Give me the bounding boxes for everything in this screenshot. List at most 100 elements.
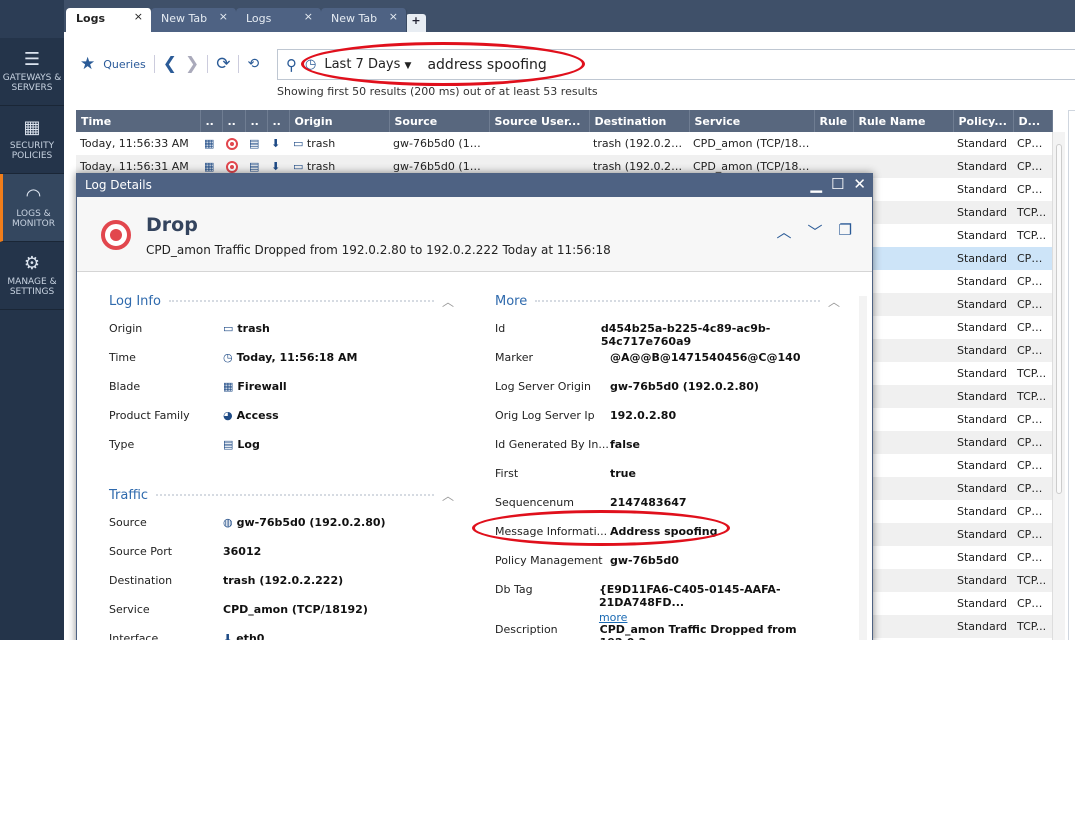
table-cell: Standard [953,362,1013,385]
server-icon: ☰ [23,48,41,70]
column-header[interactable]: .. [267,110,290,132]
cell-text: TCP... [1017,229,1047,242]
maximize-button[interactable]: ☐ [831,175,844,193]
column-header[interactable]: Time [76,110,201,132]
minimize-button[interactable]: ▁ [810,175,822,193]
table-cell: ▤ [245,132,267,155]
field-value: ▦ Firewall [223,380,287,393]
field-row: Time ◷ Today, 11:56:18 AM [109,343,454,372]
forward-icon[interactable]: ❯ [185,54,199,74]
field-label: Blade [109,380,141,393]
table-cell [814,132,853,155]
star-icon[interactable]: ★ [80,54,95,74]
interface-icon: ⬇ [223,632,233,640]
column-header[interactable]: D... [1013,110,1053,132]
gateway-icon: ▭ [293,160,307,173]
collapse-icon[interactable]: ︿ [442,487,454,504]
column-header[interactable]: .. [245,110,268,132]
table-cell: CPD... [1013,270,1052,293]
cell-text: Today, 11:56:31 AM [80,160,189,173]
close-button[interactable]: ✕ [853,175,866,193]
table-row[interactable]: Today, 11:56:33 AM ▦ ▤ ⬇ ▭ trash gw-76b5d0 (1… [76,132,1052,155]
dialog-title: Log Details [85,178,152,192]
collapse-icon[interactable]: ︿ [828,293,840,310]
table-cell: TCP... [1013,362,1052,385]
sidebar-item-label: LOGS & MONITOR [11,208,56,229]
sidebar-item-2[interactable]: ◠ LOGS & MONITOR [0,174,64,242]
column-header[interactable]: Source [389,110,490,132]
cell-text: Standard [957,459,1008,472]
table-scrollbar[interactable] [1052,132,1065,640]
section-header[interactable]: Log Info ︿ [109,292,454,310]
cell-text: trash (192.0.2.222) [593,137,689,150]
next-log-button[interactable]: ﹀ [808,221,823,242]
tab-1[interactable]: New Tab × [151,8,237,32]
cell-text: TCP... [1017,390,1047,403]
field-label: Marker [495,351,534,364]
refresh-icon[interactable]: ⟳ [216,54,230,74]
annotation-ellipse [301,42,585,86]
cell-text: trash [306,160,336,173]
column-header[interactable]: Origin [289,110,390,132]
sidebar-item-3[interactable]: ⚙ MANAGE & SETTINGS [0,242,64,310]
table-cell: CPD... [1013,178,1052,201]
table-cell: CPD... [1013,431,1052,454]
column-header[interactable]: Rule [814,110,854,132]
column-header[interactable]: .. [200,110,223,132]
copy-icon[interactable]: ❐ [839,221,852,242]
table-cell: CPD... [1013,408,1052,431]
tab-3[interactable]: New Tab × [321,8,407,32]
back-icon[interactable]: ❮ [163,54,177,74]
column-header[interactable]: Rule Name [853,110,954,132]
section-header[interactable]: More ︿ [495,292,840,310]
cell-text: TCP... [1017,367,1047,380]
cell-text: Standard [957,528,1008,541]
column-header[interactable]: Service [689,110,815,132]
close-tab-icon[interactable]: × [219,10,228,23]
field-value: false [610,438,640,451]
cell-text: Standard [957,436,1008,449]
field-value: gw-76b5d0 [610,554,679,567]
field-value: ▭ trash [223,322,270,335]
cell-text: CPD... [1017,436,1051,449]
close-tab-icon[interactable]: × [304,10,313,23]
tab-0[interactable]: Logs × [66,8,152,32]
table-cell: Standard [953,293,1013,316]
cell-text: CPD... [1017,551,1051,564]
cell-text: Standard [957,620,1008,633]
table-cell: CPD... [1013,592,1052,615]
dialog-scrollbar[interactable] [859,296,867,640]
traffic-section: Traffic ︿ Source ◍ gw-76b5d0 (192.0.2.80) Sou… [109,486,454,641]
field-value: ⬇ eth0 [223,632,264,640]
section-header[interactable]: Traffic ︿ [109,486,454,504]
more-section: More ︿ Id d454b25a-b225-4c89-ac9b-54c717e76… [495,292,840,641]
field-row: Type ▤ Log [109,430,454,459]
queries-button[interactable]: Queries [103,58,145,71]
field-value: {E9D11FA6-C405-0145-AAFA-21DA748FD... mor… [599,583,840,624]
column-header[interactable]: Policy... [953,110,1014,132]
field-label: Id Generated By In... [495,438,609,451]
column-header[interactable]: .. [222,110,246,132]
field-row: Origin ▭ trash [109,314,454,343]
close-tab-icon[interactable]: × [389,10,398,23]
field-label: Db Tag [495,583,533,596]
cell-text: CPD... [1017,183,1051,196]
table-cell: Standard [953,270,1013,293]
column-header[interactable]: Destination [589,110,690,132]
sidebar-item-0[interactable]: ☰ GATEWAYS & SERVERS [0,38,64,106]
table-cell: Standard [953,224,1013,247]
collapse-icon[interactable]: ︿ [442,293,454,310]
table-cell: TCP... [1013,224,1052,247]
previous-log-button[interactable]: ︿ [777,221,792,242]
auto-refresh-icon[interactable]: ⟲ [247,56,259,72]
cell-text: TCP... [1017,574,1047,587]
table-cell: Standard [953,431,1013,454]
sidebar-item-1[interactable]: ▦ SECURITY POLICIES [0,106,64,174]
table-cell [489,132,589,155]
cell-text: Standard [957,321,1008,334]
cell-text: Standard [957,137,1008,150]
close-tab-icon[interactable]: × [134,10,143,23]
tab-2[interactable]: Logs × [236,8,322,32]
new-tab-button[interactable]: + [406,14,426,32]
column-header[interactable]: Source User... [489,110,590,132]
